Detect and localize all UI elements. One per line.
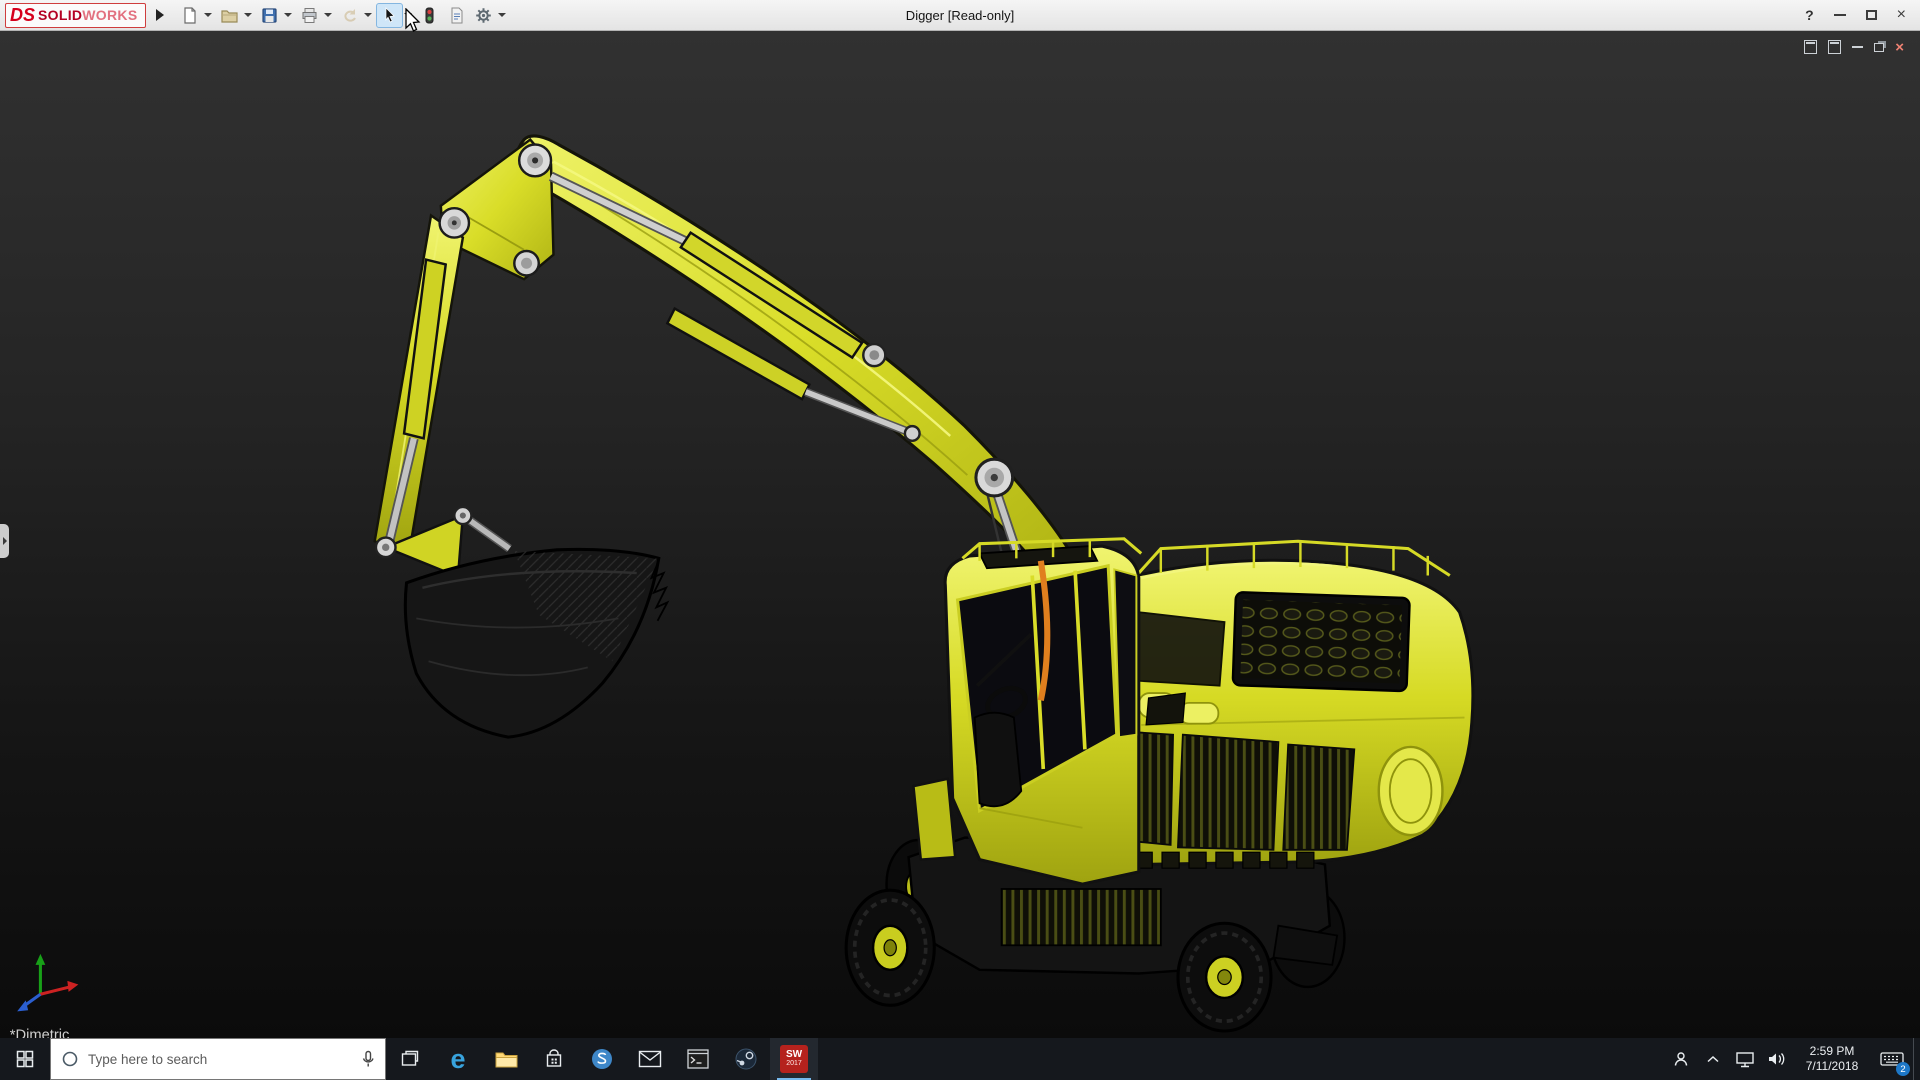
rebuild-button[interactable] bbox=[416, 3, 443, 28]
options-gear-icon bbox=[476, 7, 492, 23]
select-caret-icon[interactable] bbox=[404, 13, 413, 17]
edge-button[interactable]: e bbox=[434, 1038, 482, 1080]
task-view-button[interactable] bbox=[386, 1038, 434, 1080]
system-tray: 2:59 PM 7/11/2018 2 bbox=[1665, 1038, 1920, 1080]
doc-close-icon[interactable]: × bbox=[1895, 40, 1904, 55]
command-prompt-icon bbox=[687, 1049, 709, 1069]
sphere-app-button[interactable] bbox=[722, 1038, 770, 1080]
save-caret-icon[interactable] bbox=[284, 13, 293, 17]
command-prompt-button[interactable] bbox=[674, 1038, 722, 1080]
doc-minimize-icon[interactable] bbox=[1852, 46, 1864, 48]
file-explorer-button[interactable] bbox=[482, 1038, 530, 1080]
mail-button[interactable] bbox=[626, 1038, 674, 1080]
notification-center-button[interactable]: 2 bbox=[1871, 1038, 1913, 1080]
titlebar: DS SOLID WORKS Digger [Read-only] ? × bbox=[0, 0, 1920, 31]
ds-logo-glyph: DS bbox=[10, 4, 36, 25]
people-icon bbox=[1674, 1052, 1688, 1066]
volume-button[interactable] bbox=[1761, 1038, 1793, 1080]
open-folder-icon bbox=[221, 9, 239, 23]
options-button[interactable] bbox=[470, 3, 497, 28]
brand-works: WORKS bbox=[82, 7, 138, 23]
save-floppy-icon bbox=[262, 7, 278, 23]
people-button[interactable] bbox=[1665, 1038, 1697, 1080]
clock-date: 7/11/2018 bbox=[1805, 1059, 1859, 1073]
save-button[interactable] bbox=[256, 3, 283, 28]
document-window-controls: × bbox=[1804, 40, 1904, 55]
chevron-up-icon bbox=[1707, 1055, 1719, 1063]
open-document-caret-icon[interactable] bbox=[244, 13, 253, 17]
new-document-button[interactable] bbox=[176, 3, 203, 28]
options-caret-icon[interactable] bbox=[498, 13, 507, 17]
toolbar-expand-arrow-icon[interactable] bbox=[156, 9, 165, 21]
solidworks-app-icon: SW 2017 bbox=[780, 1045, 808, 1073]
quick-access-toolbar bbox=[176, 2, 510, 28]
doc-float-icon[interactable] bbox=[1804, 40, 1818, 54]
mail-envelope-icon bbox=[638, 1050, 662, 1068]
new-document-caret-icon[interactable] bbox=[204, 13, 213, 17]
feature-tree-collapse-tab[interactable] bbox=[0, 524, 9, 558]
network-button[interactable] bbox=[1729, 1038, 1761, 1080]
taskbar-clock[interactable]: 2:59 PM 7/11/2018 bbox=[1793, 1038, 1871, 1080]
print-icon bbox=[302, 7, 317, 23]
solidworks-logo: DS SOLID WORKS bbox=[5, 2, 147, 28]
print-button[interactable] bbox=[296, 3, 323, 28]
minimize-button[interactable] bbox=[1833, 14, 1846, 16]
tray-overflow-button[interactable] bbox=[1697, 1038, 1729, 1080]
dark-sphere-app-icon bbox=[735, 1048, 757, 1070]
edge-icon: e bbox=[450, 1043, 466, 1074]
start-button[interactable] bbox=[0, 1038, 50, 1080]
speaker-icon bbox=[1769, 1053, 1785, 1065]
document-title: Digger [Read-only] bbox=[905, 7, 1015, 23]
graphics-viewport[interactable] bbox=[0, 31, 1920, 1038]
window-controls: ? × bbox=[1805, 7, 1920, 24]
doc-new-window-icon[interactable] bbox=[1828, 40, 1842, 54]
undo-caret-icon[interactable] bbox=[364, 13, 373, 17]
taskbar: e SW 2017 2:5 bbox=[0, 1038, 1920, 1080]
file-properties-button[interactable] bbox=[443, 3, 470, 28]
messenger-app-button[interactable] bbox=[578, 1038, 626, 1080]
close-button[interactable]: × bbox=[1897, 7, 1906, 23]
clock-time: 2:59 PM bbox=[1809, 1044, 1855, 1058]
blue-circle-app-icon bbox=[592, 1049, 612, 1069]
maximize-button[interactable] bbox=[1865, 10, 1877, 20]
help-button[interactable]: ? bbox=[1805, 7, 1814, 23]
store-button[interactable] bbox=[530, 1038, 578, 1080]
undo-button[interactable] bbox=[336, 3, 363, 28]
select-tool-button[interactable] bbox=[376, 2, 404, 28]
network-icon bbox=[1736, 1051, 1754, 1067]
doc-restore-icon[interactable] bbox=[1874, 42, 1885, 52]
new-document-icon bbox=[184, 6, 197, 24]
file-properties-icon bbox=[451, 7, 463, 23]
print-caret-icon[interactable] bbox=[324, 13, 333, 17]
windows-logo-icon bbox=[16, 1050, 34, 1068]
undo-icon bbox=[344, 8, 357, 22]
store-bag-icon bbox=[546, 1049, 562, 1067]
taskbar-search[interactable] bbox=[50, 1038, 386, 1080]
open-document-button[interactable] bbox=[216, 3, 243, 28]
microphone-icon[interactable] bbox=[361, 1050, 375, 1068]
solidworks-app-button[interactable]: SW 2017 bbox=[770, 1038, 818, 1080]
file-explorer-icon bbox=[495, 1052, 517, 1067]
brand-solid: SOLID bbox=[38, 7, 83, 23]
select-cursor-icon bbox=[386, 6, 396, 22]
show-desktop-button[interactable] bbox=[1913, 1038, 1920, 1080]
search-input[interactable] bbox=[88, 1051, 352, 1067]
rebuild-traffic-light-icon bbox=[425, 7, 434, 23]
cortana-circle-icon bbox=[62, 1051, 78, 1067]
notification-badge: 2 bbox=[1896, 1062, 1910, 1076]
task-view-icon bbox=[401, 1050, 419, 1066]
